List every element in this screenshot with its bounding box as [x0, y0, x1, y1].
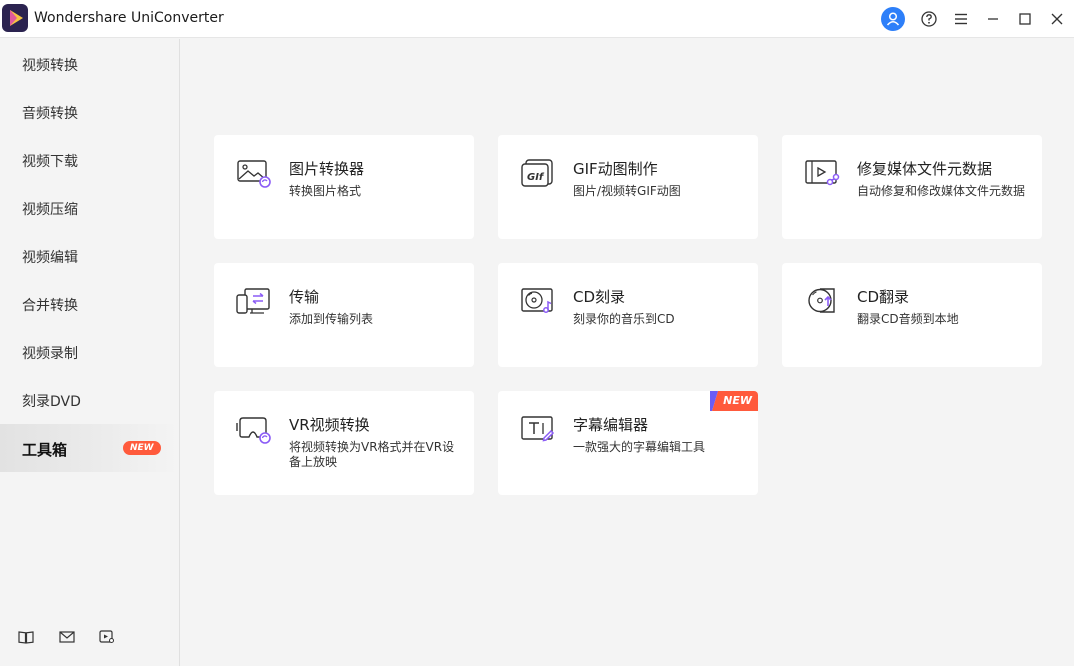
sidebar-item-label: 合并转换 — [22, 298, 78, 314]
sidebar: 视频转换 音频转换 视频下载 视频压缩 视频编辑 合并转换 视频录制 刻录DVD… — [0, 39, 180, 666]
sidebar-item-screen-record[interactable]: 视频录制 — [0, 328, 179, 376]
app-logo-icon — [2, 4, 28, 32]
feedback-icon[interactable] — [98, 628, 116, 646]
cd-burn-icon — [520, 285, 556, 317]
menu-icon[interactable] — [950, 8, 972, 30]
maximize-icon[interactable] — [1014, 8, 1036, 30]
cd-rip-icon — [804, 285, 840, 317]
sidebar-item-label: 视频编辑 — [22, 250, 78, 266]
card-title: 字幕编辑器 — [573, 416, 649, 434]
card-title: 图片转换器 — [289, 160, 365, 178]
card-description: 一款强大的字幕编辑工具 — [573, 440, 706, 454]
sidebar-item-video-edit[interactable]: 视频编辑 — [0, 232, 179, 280]
sidebar-item-merge[interactable]: 合并转换 — [0, 280, 179, 328]
new-badge: NEW — [710, 391, 758, 411]
tool-card-cd-burner[interactable]: CD刻录 刻录你的音乐到CD — [498, 263, 758, 367]
card-description: 转换图片格式 — [289, 184, 362, 198]
card-description: 将视频转换为VR格式并在VR设备上放映 — [289, 440, 455, 469]
tool-card-fix-metadata[interactable]: 修复媒体文件元数据 自动修复和修改媒体文件元数据 — [782, 135, 1042, 239]
card-description: 翻录CD音频到本地 — [857, 312, 959, 326]
close-icon[interactable] — [1046, 8, 1068, 30]
metadata-icon — [804, 157, 840, 189]
tool-card-vr-converter[interactable]: VR视频转换 将视频转换为VR格式并在VR设备上放映 — [214, 391, 474, 495]
card-description: 图片/视频转GIF动图 — [573, 184, 681, 198]
card-title: CD刻录 — [573, 288, 626, 306]
sidebar-item-label: 音频转换 — [22, 106, 78, 122]
mail-icon[interactable] — [58, 628, 76, 646]
gif-icon: GIf — [520, 157, 556, 189]
book-icon[interactable] — [17, 628, 35, 646]
tool-card-subtitle-editor[interactable]: 字幕编辑器 一款强大的字幕编辑工具 NEW — [498, 391, 758, 495]
card-title: GIF动图制作 — [573, 160, 658, 178]
tool-card-transfer[interactable]: 传输 添加到传输列表 — [214, 263, 474, 367]
card-description: 自动修复和修改媒体文件元数据 — [857, 184, 1026, 198]
transfer-icon — [236, 285, 272, 317]
minimize-icon[interactable] — [982, 8, 1004, 30]
new-badge: NEW — [123, 441, 161, 455]
sidebar-item-audio-convert[interactable]: 音频转换 — [0, 88, 179, 136]
sidebar-item-video-compress[interactable]: 视频压缩 — [0, 184, 179, 232]
card-description: 刻录你的音乐到CD — [573, 312, 675, 326]
sidebar-item-label: 视频录制 — [22, 346, 78, 362]
sidebar-item-label: 视频转换 — [22, 58, 78, 74]
sidebar-item-label: 工具箱 — [22, 441, 68, 459]
vr-icon — [236, 413, 272, 445]
app-title: Wondershare UniConverter — [34, 10, 224, 26]
sidebar-item-label: 刻录DVD — [22, 394, 81, 410]
tool-card-gif-maker[interactable]: GIf GIF动图制作 图片/视频转GIF动图 — [498, 135, 758, 239]
image-convert-icon — [236, 157, 272, 189]
card-title: CD翻录 — [857, 288, 910, 306]
sidebar-item-label: 视频压缩 — [22, 202, 78, 218]
tool-card-image-converter[interactable]: 图片转换器 转换图片格式 — [214, 135, 474, 239]
sidebar-item-toolbox[interactable]: 工具箱 NEW — [0, 424, 179, 472]
subtitle-icon — [520, 413, 556, 445]
svg-text:GIf: GIf — [527, 172, 545, 183]
sidebar-item-burn-dvd[interactable]: 刻录DVD — [0, 376, 179, 424]
card-title: VR视频转换 — [289, 416, 370, 434]
help-icon[interactable] — [918, 8, 940, 30]
new-badge-text: NEW — [723, 394, 752, 407]
title-bar: Wondershare UniConverter — [0, 0, 1074, 38]
sidebar-item-label: 视频下载 — [22, 154, 78, 170]
account-icon[interactable] — [881, 7, 905, 31]
card-title: 修复媒体文件元数据 — [857, 160, 993, 178]
sidebar-item-video-convert[interactable]: 视频转换 — [0, 40, 179, 88]
card-description: 添加到传输列表 — [289, 312, 374, 326]
sidebar-item-video-download[interactable]: 视频下载 — [0, 136, 179, 184]
card-title: 传输 — [289, 288, 320, 306]
tool-card-cd-ripper[interactable]: CD翻录 翻录CD音频到本地 — [782, 263, 1042, 367]
